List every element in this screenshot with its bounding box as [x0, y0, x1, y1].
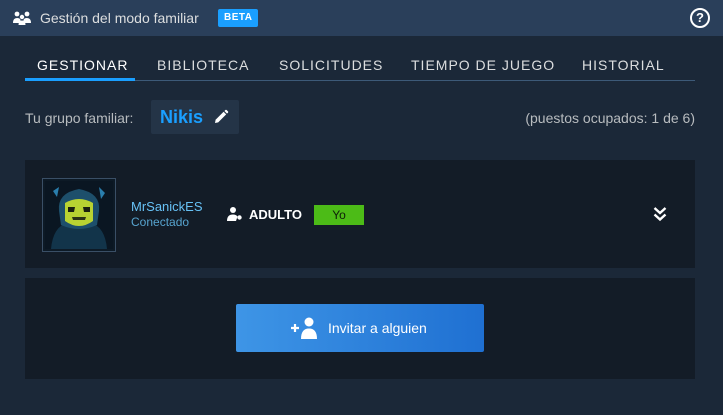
- add-user-icon: [291, 317, 317, 339]
- window-title: Gestión del modo familiar: [40, 10, 199, 26]
- beta-badge: BETA: [218, 9, 259, 27]
- help-icon[interactable]: ?: [690, 8, 710, 28]
- member-name[interactable]: MrSanickES: [131, 199, 203, 214]
- tab-historial[interactable]: HISTORIAL: [582, 57, 665, 73]
- tab-gestionar[interactable]: GESTIONAR: [37, 57, 128, 73]
- seats-count: (puestos ocupados: 1 de 6): [525, 110, 695, 126]
- tab-solicitudes[interactable]: SOLICITUDES: [279, 57, 383, 73]
- avatar-image: [45, 181, 113, 249]
- adult-user-icon: [227, 207, 242, 221]
- tab-tiempo-de-juego[interactable]: TIEMPO DE JUEGO: [411, 57, 555, 73]
- group-label: Tu grupo familiar:: [25, 110, 134, 126]
- group-name-editor[interactable]: Nikis: [151, 100, 239, 134]
- family-icon: [13, 11, 31, 25]
- chevron-double-down-icon[interactable]: [653, 206, 667, 222]
- member-status: Conectado: [131, 215, 190, 229]
- invite-button[interactable]: Invitar a alguien: [236, 304, 484, 352]
- title-bar: Gestión del modo familiar BETA ?: [0, 0, 723, 36]
- invite-button-label: Invitar a alguien: [328, 320, 427, 336]
- tab-bar: GESTIONAR BIBLIOTECA SOLICITUDES TIEMPO …: [25, 55, 695, 81]
- pencil-icon[interactable]: [213, 109, 229, 125]
- role-label: ADULTO: [249, 207, 302, 222]
- invite-card: Invitar a alguien: [25, 278, 695, 379]
- active-tab-indicator: [25, 78, 135, 81]
- member-card: MrSanickES Conectado ADULTO Yo: [25, 160, 695, 268]
- tab-biblioteca[interactable]: BIBLIOTECA: [157, 57, 249, 73]
- avatar[interactable]: [42, 178, 116, 252]
- self-tag: Yo: [314, 205, 364, 225]
- group-name: Nikis: [160, 107, 204, 127]
